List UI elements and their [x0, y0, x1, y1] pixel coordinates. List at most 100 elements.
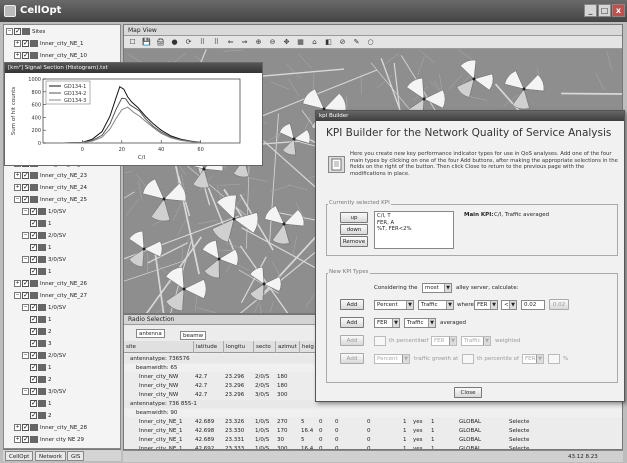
tree-node[interactable]: 2: [30, 374, 52, 385]
checkbox[interactable]: [30, 398, 37, 408]
back-icon[interactable]: ⇐: [226, 38, 235, 47]
histogram-window[interactable]: [km²] Signal Section (Histogram).txt 0 20…: [4, 62, 263, 166]
tree-node[interactable]: − 2/0/SV: [22, 230, 66, 241]
percent-growth-select[interactable]: Percent ▼: [374, 354, 410, 364]
comparator-select[interactable]: < ▼: [501, 300, 517, 310]
layers-icon[interactable]: ▦: [296, 38, 305, 47]
forward-icon[interactable]: ⇒: [240, 38, 249, 47]
checkbox[interactable]: [30, 218, 37, 228]
maximize-button[interactable]: □: [598, 4, 611, 17]
tree-node[interactable]: 1: [30, 266, 52, 277]
expand-toggle[interactable]: −: [22, 388, 29, 395]
fer-pct-select[interactable]: FER ▼: [431, 336, 457, 346]
threshold-input[interactable]: 0.02: [521, 300, 545, 310]
checkbox[interactable]: [30, 410, 37, 420]
tree-node[interactable]: − 3/0/SV: [22, 386, 66, 397]
checkbox[interactable]: [30, 326, 37, 336]
grid2-icon[interactable]: ⠿: [212, 38, 221, 47]
most-select[interactable]: most ▼: [422, 283, 452, 293]
expand-toggle[interactable]: −: [14, 196, 21, 203]
tree-node[interactable]: + Inner_city_NE_28: [14, 422, 87, 433]
expand-toggle[interactable]: −: [14, 292, 21, 299]
close-dialog-button[interactable]: Close: [454, 387, 482, 398]
expand-toggle[interactable]: +: [14, 424, 21, 431]
save-icon[interactable]: 💾: [142, 38, 151, 47]
column-header[interactable]: azimut: [276, 341, 300, 353]
checkbox[interactable]: [30, 206, 37, 216]
expand-toggle[interactable]: −: [22, 232, 29, 239]
home-icon[interactable]: ⌂: [310, 38, 319, 47]
checkbox[interactable]: [22, 38, 29, 48]
checkbox[interactable]: [30, 254, 37, 264]
zoom-in-icon[interactable]: ⊕: [254, 38, 263, 47]
stop-icon[interactable]: ⊘: [338, 38, 347, 47]
circle-icon[interactable]: ○: [366, 38, 375, 47]
checkbox[interactable]: [30, 350, 37, 360]
tree-node[interactable]: 2: [30, 326, 52, 337]
growth-percentile-input[interactable]: [462, 354, 474, 364]
tree-node[interactable]: − Inner_city_NE_27: [14, 290, 87, 301]
tree-node[interactable]: 3: [30, 338, 52, 349]
column-header[interactable]: site: [124, 341, 194, 353]
tree-node[interactable]: + Inner_city_NE_23: [14, 170, 87, 181]
tree-node[interactable]: + Inner_city_NE_1: [14, 38, 84, 49]
grid-icon[interactable]: ⠿: [198, 38, 207, 47]
checkbox[interactable]: [30, 338, 37, 348]
tree-node[interactable]: 1: [30, 362, 52, 373]
checkbox[interactable]: [22, 182, 29, 192]
tree-node[interactable]: − Inner_city_NE_25: [14, 194, 87, 205]
tree-node[interactable]: − 1/0/SV: [22, 206, 66, 217]
tab-gis[interactable]: GIS: [67, 451, 85, 461]
print-icon[interactable]: 🖨: [156, 38, 165, 47]
expand-toggle[interactable]: +: [14, 40, 21, 47]
kpi-listbox[interactable]: C/I, T FER, A %T, FER<2%: [374, 211, 454, 249]
view-icon[interactable]: ◧: [324, 38, 333, 47]
traffic-avg-select[interactable]: Traffic ▼: [404, 318, 436, 328]
percentile-input[interactable]: [374, 336, 386, 346]
checkbox[interactable]: [30, 266, 37, 276]
checkbox[interactable]: [22, 170, 29, 180]
tree-node[interactable]: + Inner city NE 29: [14, 434, 84, 445]
zoom-out-icon[interactable]: ⊖: [268, 38, 277, 47]
column-header[interactable]: longitu: [224, 341, 254, 353]
checkbox[interactable]: [22, 434, 29, 444]
up-button[interactable]: up: [340, 212, 368, 223]
add-percent-button[interactable]: Add: [340, 299, 364, 310]
fer-avg-select[interactable]: FER ▼: [374, 318, 400, 328]
expand-toggle[interactable]: +: [14, 280, 21, 287]
subgroup-row[interactable]: beamwidth: 90: [124, 409, 622, 417]
expand-toggle[interactable]: −: [22, 352, 29, 359]
expand-toggle[interactable]: −: [22, 208, 29, 215]
checkbox[interactable]: [14, 26, 21, 36]
edit-icon[interactable]: ✎: [352, 38, 361, 47]
tree-node[interactable]: − Sites: [6, 26, 45, 37]
checkbox[interactable]: [22, 422, 29, 432]
group-chip-antenna[interactable]: antenna: [136, 329, 165, 338]
add-percentile-button[interactable]: Add: [340, 335, 364, 346]
tree-node[interactable]: + Inner_city_NE_24: [14, 182, 87, 193]
tree-node[interactable]: 2: [30, 410, 52, 421]
table-row[interactable]: Inner_city_NE_1 42.689 23.326 1/0/S 270 5 0 0 0 1…: [124, 418, 622, 426]
close-button[interactable]: x: [612, 4, 625, 17]
add-growth-button[interactable]: Add: [340, 353, 364, 364]
expand-toggle[interactable]: −: [22, 304, 29, 311]
checkbox[interactable]: [30, 374, 37, 384]
tree-node[interactable]: 1: [30, 218, 52, 229]
checkbox[interactable]: [30, 242, 37, 252]
column-header[interactable]: secto: [254, 341, 276, 353]
fer-growth-select[interactable]: FER ▼: [522, 354, 544, 364]
expand-toggle[interactable]: +: [14, 172, 21, 179]
table-row[interactable]: Inner_city_NE_1 42.698 23.330 1/0/S 170 16.4 0…: [124, 427, 622, 435]
refresh-icon[interactable]: ⟳: [184, 38, 193, 47]
down-button[interactable]: down: [340, 224, 368, 235]
growth-value-input[interactable]: [548, 354, 560, 364]
checkbox[interactable]: [22, 50, 29, 60]
column-header[interactable]: latitude: [194, 341, 224, 353]
tab-cellopt[interactable]: CellOpt: [5, 451, 34, 461]
checkbox[interactable]: [30, 314, 37, 324]
add-averaged-button[interactable]: Add: [340, 317, 364, 328]
tree-node[interactable]: − 1/0/SV: [22, 302, 66, 313]
checkbox[interactable]: [30, 302, 37, 312]
expand-toggle[interactable]: −: [6, 28, 13, 35]
expand-toggle[interactable]: +: [14, 436, 21, 443]
